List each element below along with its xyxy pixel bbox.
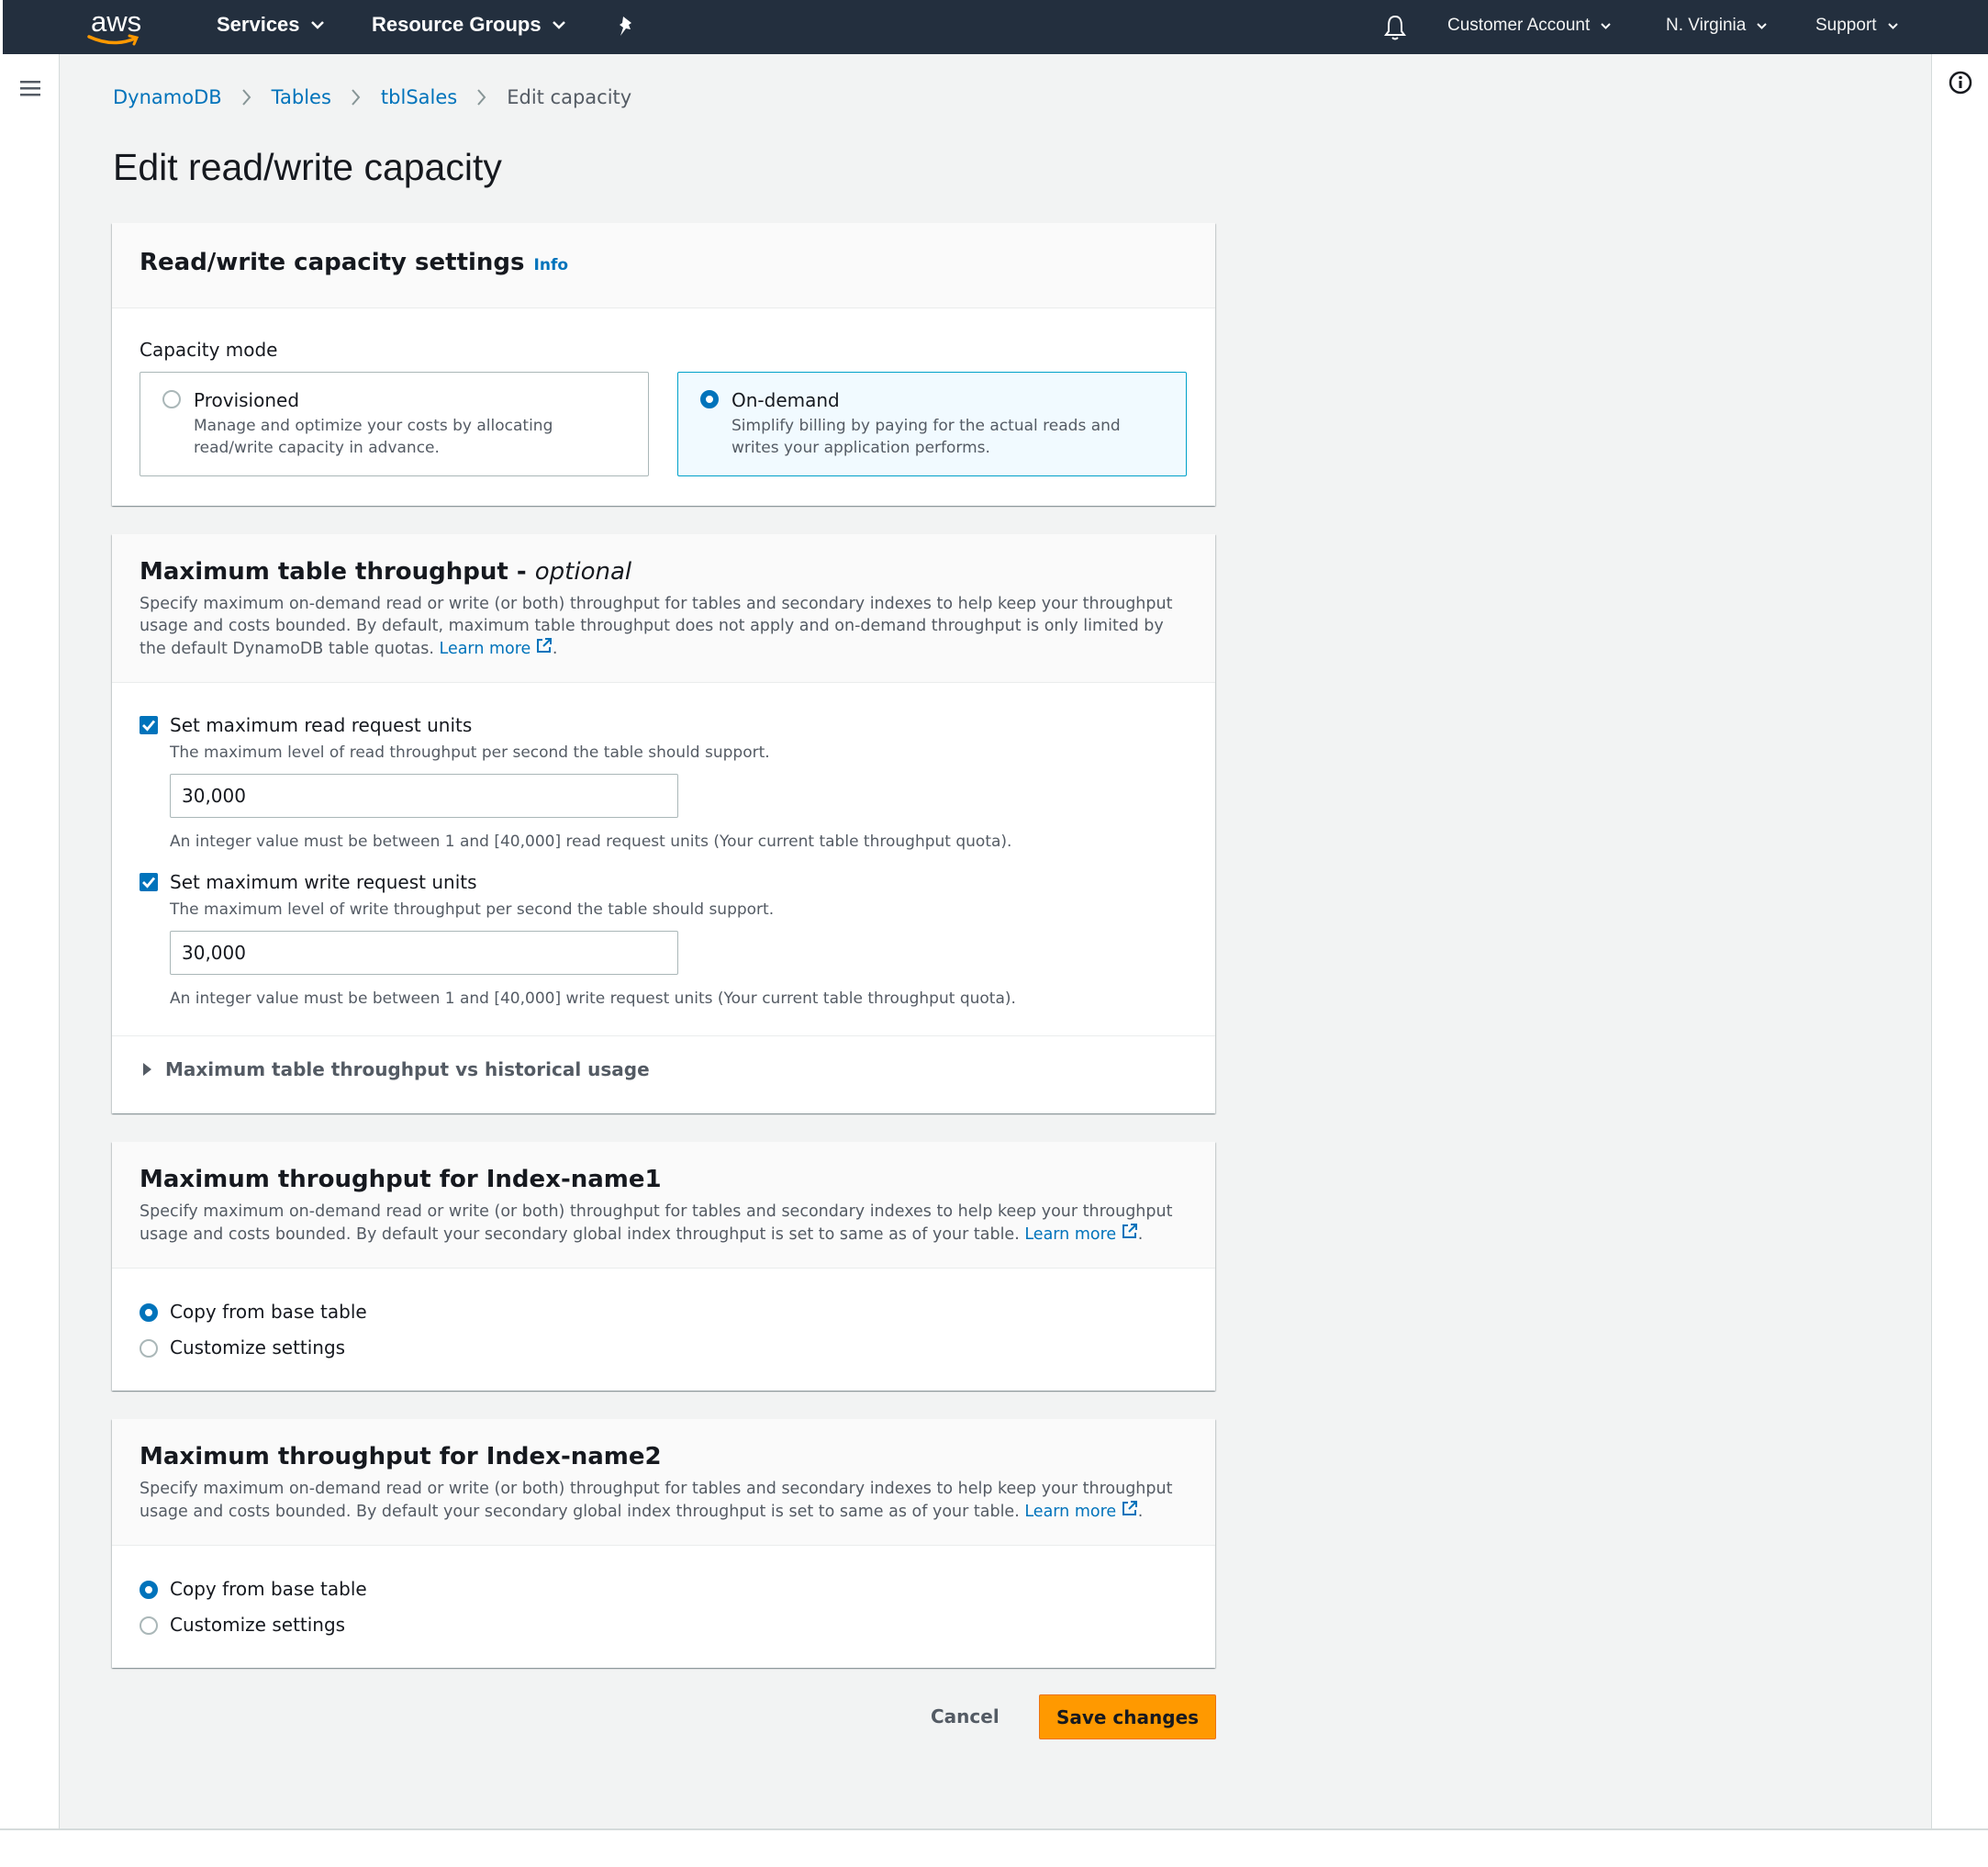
chevron-down-icon bbox=[1757, 22, 1768, 29]
provisioned-desc: Manage and optimize your costs by alloca… bbox=[194, 417, 553, 457]
help-panel-bar bbox=[1931, 54, 1988, 1828]
pin-icon[interactable] bbox=[616, 15, 638, 42]
page-bottom-border bbox=[0, 1828, 1988, 1830]
index2-customize-radio[interactable] bbox=[140, 1616, 158, 1635]
support-menu[interactable]: Support bbox=[1815, 16, 1898, 36]
external-link-icon bbox=[1122, 1224, 1137, 1238]
top-navigation-bar: aws Services Resource Groups Customer Ac… bbox=[3, 0, 1988, 54]
resource-groups-label: Resource Groups bbox=[372, 13, 542, 36]
info-link[interactable]: Info bbox=[534, 256, 569, 274]
info-circle-icon[interactable] bbox=[1949, 71, 1972, 98]
index-name1-title: Maximum throughput for Index-name1 bbox=[140, 1166, 662, 1193]
index-name2-title: Maximum throughput for Index-name2 bbox=[140, 1443, 662, 1470]
provisioned-label: Provisioned bbox=[194, 389, 300, 411]
capacity-settings-header: Read/write capacity settings Info bbox=[112, 223, 1215, 308]
index-name1-panel: Maximum throughput for Index-name1 Speci… bbox=[112, 1142, 1215, 1391]
read-units-constraint: An integer value must be between 1 and [… bbox=[170, 833, 1012, 851]
historical-usage-expander[interactable]: Maximum table throughput vs historical u… bbox=[142, 1058, 650, 1080]
on-demand-radio[interactable] bbox=[700, 390, 719, 408]
breadcrumb-tables[interactable]: Tables bbox=[272, 86, 331, 108]
read-units-label: Set maximum read request units bbox=[170, 714, 473, 736]
write-units-constraint: An integer value must be between 1 and [… bbox=[170, 989, 1016, 1008]
index1-customize-label: Customize settings bbox=[170, 1336, 346, 1358]
account-label: Customer Account bbox=[1447, 16, 1591, 35]
divider bbox=[112, 1035, 1215, 1036]
cancel-button[interactable]: Cancel bbox=[931, 1705, 1000, 1727]
read-units-input[interactable] bbox=[170, 774, 678, 818]
hamburger-menu-icon[interactable] bbox=[20, 80, 40, 100]
on-demand-desc: Simplify billing by paying for the actua… bbox=[732, 417, 1121, 457]
breadcrumb-current: Edit capacity bbox=[507, 86, 632, 108]
index2-customize-label: Customize settings bbox=[170, 1614, 346, 1636]
index2-copy-radio[interactable] bbox=[140, 1581, 158, 1599]
max-throughput-desc: Specify maximum on-demand read or write … bbox=[140, 595, 1173, 658]
checkmark-icon bbox=[142, 877, 156, 889]
region-label: N. Virginia bbox=[1666, 16, 1747, 35]
learn-more-link[interactable]: Learn more bbox=[440, 638, 553, 658]
aws-logo[interactable]: aws bbox=[87, 6, 151, 50]
breadcrumb-tblsales[interactable]: tblSales bbox=[381, 86, 457, 108]
read-units-checkbox[interactable] bbox=[140, 716, 158, 734]
provisioned-radio[interactable] bbox=[162, 390, 181, 408]
account-menu[interactable]: Customer Account bbox=[1447, 16, 1611, 36]
index2-copy-label: Copy from base table bbox=[170, 1578, 367, 1600]
capacity-settings-title: Read/write capacity settings bbox=[140, 249, 525, 276]
write-units-desc: The maximum level of write throughput pe… bbox=[170, 900, 775, 919]
index-name2-panel: Maximum throughput for Index-name2 Speci… bbox=[112, 1419, 1215, 1668]
index1-customize-radio[interactable] bbox=[140, 1339, 158, 1358]
page-title: Edit read/write capacity bbox=[113, 146, 502, 188]
index-name2-header: Maximum throughput for Index-name2 Speci… bbox=[112, 1419, 1215, 1546]
write-units-label: Set maximum write request units bbox=[170, 871, 477, 893]
chevron-down-icon bbox=[552, 20, 565, 29]
on-demand-label: On-demand bbox=[732, 389, 840, 411]
write-units-input[interactable] bbox=[170, 931, 678, 975]
aws-smile-icon bbox=[87, 34, 140, 46]
external-link-icon bbox=[536, 638, 552, 653]
support-label: Support bbox=[1815, 16, 1877, 35]
write-units-checkbox[interactable] bbox=[140, 873, 158, 891]
learn-more-link[interactable]: Learn more bbox=[1024, 1224, 1137, 1244]
capacity-settings-panel: Read/write capacity settings Info Capacit… bbox=[112, 223, 1215, 506]
chevron-down-icon bbox=[310, 20, 324, 29]
capacity-mode-label: Capacity mode bbox=[140, 339, 278, 361]
checkmark-icon bbox=[142, 720, 156, 732]
max-table-throughput-header: Maximum table throughput - optional Spec… bbox=[112, 534, 1215, 683]
read-units-desc: The maximum level of read throughput per… bbox=[170, 743, 770, 762]
index1-copy-label: Copy from base table bbox=[170, 1301, 367, 1323]
region-menu[interactable]: N. Virginia bbox=[1666, 16, 1768, 36]
breadcrumb-dynamodb[interactable]: DynamoDB bbox=[113, 86, 222, 108]
services-menu[interactable]: Services bbox=[217, 13, 324, 37]
learn-more-link[interactable]: Learn more bbox=[1024, 1501, 1137, 1521]
index-name1-desc: Specify maximum on-demand read or write … bbox=[140, 1202, 1173, 1244]
optional-label: optional bbox=[534, 558, 632, 586]
left-sidebar bbox=[0, 54, 60, 1828]
historical-usage-label: Maximum table throughput vs historical u… bbox=[165, 1058, 650, 1080]
save-changes-button[interactable]: Save changes bbox=[1039, 1694, 1216, 1739]
index-name1-header: Maximum throughput for Index-name1 Speci… bbox=[112, 1142, 1215, 1269]
chevron-down-icon bbox=[1601, 22, 1611, 29]
provisioned-tile[interactable]: Provisioned Manage and optimize your cos… bbox=[140, 372, 649, 476]
resource-groups-menu[interactable]: Resource Groups bbox=[372, 13, 565, 37]
services-label: Services bbox=[217, 13, 300, 36]
chevron-down-icon bbox=[1887, 22, 1898, 29]
chevron-right-icon bbox=[477, 89, 486, 106]
index1-copy-radio[interactable] bbox=[140, 1303, 158, 1322]
index-name2-desc: Specify maximum on-demand read or write … bbox=[140, 1480, 1173, 1521]
notifications-bell-icon[interactable] bbox=[1383, 14, 1407, 45]
external-link-icon bbox=[1122, 1501, 1137, 1515]
chevron-right-icon bbox=[352, 89, 361, 106]
breadcrumb: DynamoDB Tables tblSales Edit capacity bbox=[113, 86, 631, 108]
caret-right-icon bbox=[143, 1063, 151, 1076]
max-table-throughput-panel: Maximum table throughput - optional Spec… bbox=[112, 534, 1215, 1113]
max-throughput-title: Maximum table throughput - bbox=[140, 558, 535, 586]
main-content: DynamoDB Tables tblSales Edit capacity E… bbox=[60, 54, 1931, 1828]
on-demand-tile[interactable]: On-demand Simplify billing by paying for… bbox=[677, 372, 1187, 476]
chevron-right-icon bbox=[241, 89, 251, 106]
